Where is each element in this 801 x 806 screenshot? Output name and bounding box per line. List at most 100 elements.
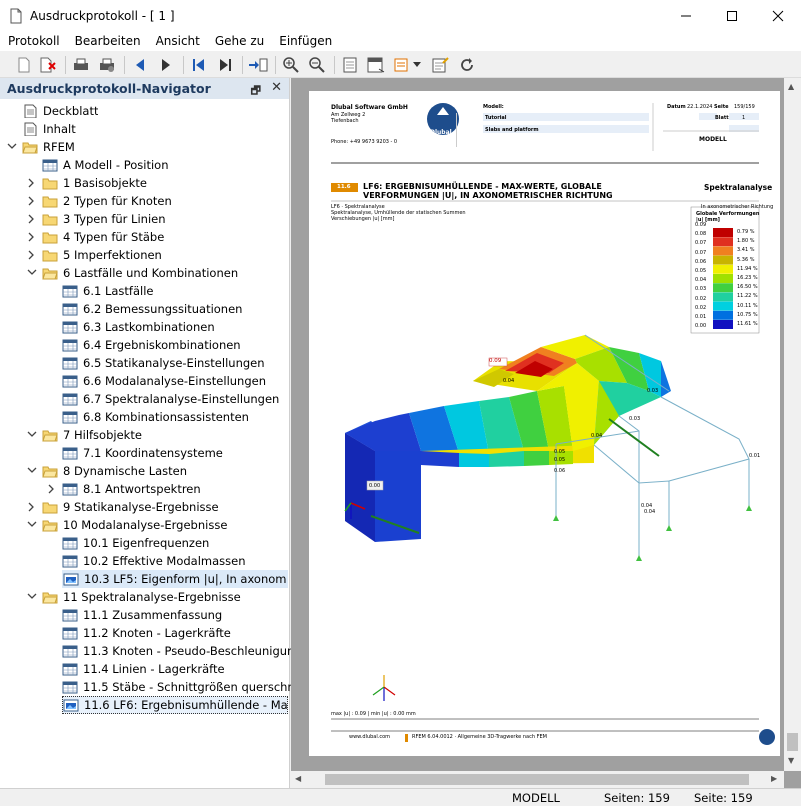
navigator-item[interactable]: 6.3 Lastkombinationen xyxy=(62,318,215,336)
scrollbar-thumb[interactable] xyxy=(787,733,798,751)
navigator-item[interactable]: 6 Lastfälle und Kombinationen xyxy=(42,264,238,282)
navigator-item[interactable]: 1 Basisobjekte xyxy=(42,174,147,192)
horizontal-scrollbar[interactable]: ◀ ▶ xyxy=(291,771,784,788)
legend-swatch xyxy=(713,283,733,293)
table-icon xyxy=(62,321,78,334)
document-icon xyxy=(24,122,37,136)
navigator-item[interactable]: 11.2 Knoten - Lagerkräfte xyxy=(62,624,231,642)
navigator-item[interactable]: 11.3 Knoten - Pseudo-Beschleunigungen xyxy=(62,642,316,660)
page-layout-icon[interactable] xyxy=(340,55,360,75)
refresh-icon[interactable] xyxy=(457,55,477,75)
chevron-right-icon[interactable] xyxy=(26,228,38,246)
zoom-out-icon[interactable] xyxy=(307,55,327,75)
navigator-item[interactable]: 10.1 Eigenfrequenzen xyxy=(62,534,209,552)
folder-icon xyxy=(42,196,58,208)
first-page-icon[interactable] xyxy=(189,55,209,75)
chevron-right-icon[interactable] xyxy=(26,174,38,192)
navigator-item[interactable]: 10 Modalanalyse-Ergebnisse xyxy=(42,516,227,534)
navigator-item[interactable]: Inhalt xyxy=(22,120,76,138)
navigator-item[interactable]: 6.4 Ergebniskombinationen xyxy=(62,336,241,354)
navigator-item[interactable]: RFEM xyxy=(22,138,75,156)
chevron-down-icon[interactable] xyxy=(6,138,18,156)
navigator-item[interactable]: 4 Typen für Stäbe xyxy=(42,228,164,246)
zoom-in-icon[interactable] xyxy=(281,55,301,75)
navigator-item[interactable]: 6.6 Modalanalyse-Einstellungen xyxy=(62,372,266,390)
maximize-button[interactable] xyxy=(709,0,755,31)
navigator-item[interactable]: 6.7 Spektralanalyse-Einstellungen xyxy=(62,390,279,408)
navigator-item-label: A Modell - Position xyxy=(63,158,169,172)
hscrollbar-thumb[interactable] xyxy=(325,774,749,785)
navigator-item[interactable]: 9 Statikanalyse-Ergebnisse xyxy=(42,498,219,516)
pin-icon[interactable]: 🗗 xyxy=(251,82,261,101)
navigator-item[interactable]: 11.1 Zusammenfassung xyxy=(62,606,222,624)
minimize-button[interactable] xyxy=(663,0,709,31)
chevron-down-icon[interactable] xyxy=(412,55,422,75)
navigator-item[interactable]: 10.2 Effektive Modalmassen xyxy=(62,552,246,570)
chevron-right-icon[interactable] xyxy=(26,192,38,210)
navigator-item[interactable]: 10.3 LF5: Eigenform |u|, In axonometri..… xyxy=(62,570,288,588)
table-icon xyxy=(62,411,78,424)
chevron-down-icon[interactable] xyxy=(26,588,38,606)
print-icon[interactable] xyxy=(71,55,91,75)
edit-document-icon[interactable] xyxy=(430,55,450,75)
menu-gehe-zu[interactable]: Gehe zu xyxy=(207,34,271,48)
folder-open-icon xyxy=(42,268,58,280)
vertical-scrollbar[interactable]: ▲ ▼ xyxy=(784,78,801,771)
chevron-right-icon[interactable] xyxy=(26,210,38,228)
navigator-item[interactable]: 6.8 Kombinationsassistenten xyxy=(62,408,249,426)
chevron-right-icon[interactable] xyxy=(26,246,38,264)
navigator-item[interactable]: 11.6 LF6: Ergebnisumhüllende - Max-W... xyxy=(62,696,288,714)
navigator-item[interactable]: Deckblatt xyxy=(22,102,98,120)
chevron-right-icon[interactable] xyxy=(26,498,38,516)
value-label-4: 0.05 xyxy=(554,449,566,455)
navigator-item[interactable]: 5 Imperfektionen xyxy=(42,246,162,264)
navigator-item[interactable]: A Modell - Position xyxy=(42,156,168,174)
navigator-item[interactable]: 8 Dynamische Lasten xyxy=(42,462,187,480)
chevron-down-icon[interactable] xyxy=(26,516,38,534)
new-document-icon[interactable] xyxy=(14,55,34,75)
navigator-item-label: 6.3 Lastkombinationen xyxy=(83,320,215,334)
previous-page-icon[interactable] xyxy=(130,55,150,75)
scroll-right-icon[interactable]: ▶ xyxy=(771,774,777,783)
scroll-down-icon[interactable]: ▼ xyxy=(788,756,794,765)
navigator-item[interactable]: 6.2 Bemessungssituationen xyxy=(62,300,242,318)
header-footer-icon[interactable] xyxy=(366,55,386,75)
seite-value: 159/159 xyxy=(734,104,755,110)
chevron-right-icon[interactable] xyxy=(46,480,58,498)
scroll-up-icon[interactable]: ▲ xyxy=(788,82,794,91)
navigator-item[interactable]: 6.1 Lastfälle xyxy=(62,282,153,300)
navigator-item[interactable]: 7 Hilfsobjekte xyxy=(42,426,142,444)
print-settings-icon[interactable] xyxy=(97,55,117,75)
close-button[interactable] xyxy=(755,0,801,31)
navigator-item-label: 6.4 Ergebniskombinationen xyxy=(83,338,241,352)
navigator-item[interactable]: 2 Typen für Knoten xyxy=(42,192,172,210)
navigator-item[interactable]: 11.5 Stäbe - Schnittgrößen querschnitts.… xyxy=(62,678,324,696)
navigator-item-label: RFEM xyxy=(43,140,75,154)
menu-ansicht[interactable]: Ansicht xyxy=(148,34,207,48)
next-page-icon[interactable] xyxy=(156,55,176,75)
menu-protokoll[interactable]: Protokoll xyxy=(0,34,67,48)
menu-einfuegen[interactable]: Einfügen xyxy=(271,34,339,48)
go-to-page-icon[interactable] xyxy=(248,55,268,75)
navigator-item[interactable]: 11.4 Linien - Lagerkräfte xyxy=(62,660,225,678)
navigator-item-label: 11.3 Knoten - Pseudo-Beschleunigungen xyxy=(83,644,316,658)
navigator-item[interactable]: 7.1 Koordinatensysteme xyxy=(62,444,223,462)
navigator-item[interactable]: 3 Typen für Linien xyxy=(42,210,166,228)
navigator-item[interactable]: 6.5 Statikanalyse-Einstellungen xyxy=(62,354,265,372)
chevron-down-icon[interactable] xyxy=(26,462,38,480)
navigator-item[interactable]: 8.1 Antwortspektren xyxy=(62,480,201,498)
delete-document-icon[interactable] xyxy=(38,55,58,75)
chevron-down-icon[interactable] xyxy=(26,264,38,282)
close-panel-icon[interactable]: ✕ xyxy=(271,80,282,95)
last-page-icon[interactable] xyxy=(215,55,235,75)
navigator-item[interactable]: 11 Spektralanalyse-Ergebnisse xyxy=(42,588,241,606)
menu-bearbeiten[interactable]: Bearbeiten xyxy=(67,34,148,48)
scroll-left-icon[interactable]: ◀ xyxy=(295,774,301,783)
selection-icon[interactable] xyxy=(392,55,412,75)
navigator-title: Ausdruckprotokoll-Navigator xyxy=(7,81,211,96)
chevron-down-icon[interactable] xyxy=(26,426,38,444)
navigator-item-label: 6.1 Lastfälle xyxy=(83,284,154,298)
navigator-item-label: 7.1 Koordinatensysteme xyxy=(83,446,223,460)
navigator-item-label: 6.5 Statikanalyse-Einstellungen xyxy=(83,356,265,370)
legend-percent: 11.94 % xyxy=(737,265,758,272)
